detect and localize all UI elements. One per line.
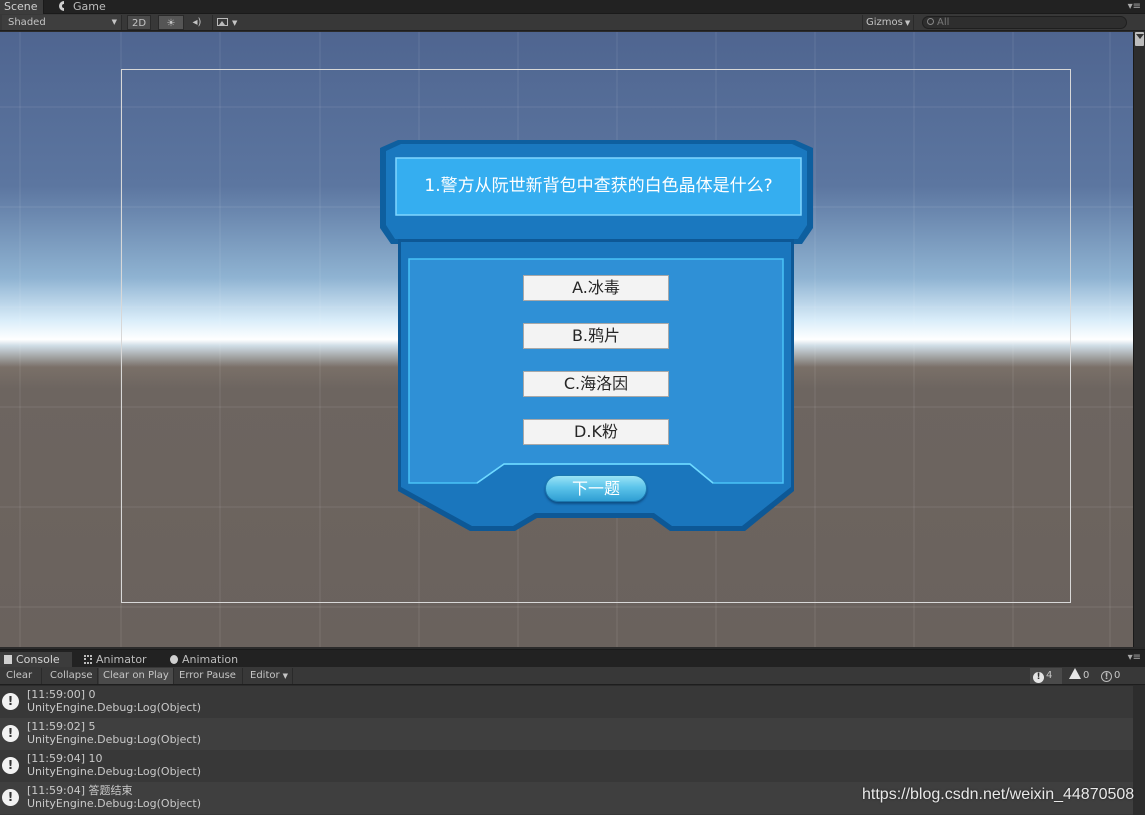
tab-scene[interactable]: Scene: [0, 0, 44, 14]
scrollbar-thumb[interactable]: [1135, 32, 1144, 46]
image-icon: [217, 18, 228, 26]
info-icon: !: [2, 725, 19, 742]
console-icon: [4, 655, 12, 664]
answer-option-d-button[interactable]: D.K粉: [523, 419, 669, 445]
clear-button[interactable]: Clear: [2, 668, 42, 684]
error-count-toggle[interactable]: ! 0: [1098, 668, 1126, 684]
warning-icon: [1069, 668, 1081, 679]
tab-animation[interactable]: Animation: [166, 652, 242, 668]
error-icon: !: [1101, 671, 1112, 682]
watermark-text: https://blog.csdn.net/weixin_44870508: [862, 786, 1135, 803]
warning-count: 0: [1083, 670, 1090, 681]
log-message: [11:59:04] 答题结束: [27, 784, 133, 797]
scene-toolbar: Shaded ▼ 2D ☀ ◂) ▼ Gizmos ▼ All: [0, 14, 1145, 31]
answer-option-a-button[interactable]: A.冰毒: [523, 275, 669, 301]
sun-icon: ☀: [166, 18, 176, 29]
shading-mode-value: Shaded: [8, 17, 46, 28]
dropdown-caret-icon: ▼: [282, 672, 288, 680]
console-tab-bar: Console Animator Animation ▾≡: [0, 649, 1145, 668]
panel-menu-icon[interactable]: ▾≡: [1128, 652, 1141, 663]
shading-mode-dropdown[interactable]: Shaded ▼: [2, 15, 122, 30]
tab-animation-label: Animation: [182, 653, 239, 666]
log-message: [11:59:02] 5: [27, 720, 96, 733]
log-entry[interactable]: ! [11:59:00] 0 UnityEngine.Debug:Log(Obj…: [0, 686, 1133, 718]
info-icon: !: [1033, 672, 1044, 683]
scene-view[interactable]: 1.警方从阮世新背包中查获的白色晶体是什么? A.冰毒 B.鸦片 C.海洛因 D…: [0, 32, 1133, 647]
tab-game[interactable]: Game: [55, 0, 110, 14]
hierarchy-search-input[interactable]: All: [922, 16, 1127, 29]
gizmos-label: Gizmos: [866, 17, 903, 28]
question-text: 1.警方从阮世新背包中查获的白色晶体是什么?: [424, 176, 773, 196]
log-stacktrace: UnityEngine.Debug:Log(Object): [27, 733, 202, 746]
log-entry[interactable]: ! [11:59:02] 5 UnityEngine.Debug:Log(Obj…: [0, 718, 1133, 750]
animator-icon: [84, 655, 92, 664]
animation-clock-icon: [170, 655, 178, 664]
next-question-button[interactable]: 下一题: [545, 475, 647, 502]
error-count: 0: [1114, 670, 1121, 681]
dropdown-caret-icon: ▼: [111, 18, 117, 26]
log-message: [11:59:04] 10: [27, 752, 103, 765]
info-icon: !: [2, 789, 19, 806]
clear-on-play-toggle[interactable]: Clear on Play: [99, 668, 174, 684]
panel-menu-icon[interactable]: ▾≡: [1128, 1, 1141, 12]
search-placeholder: All: [937, 17, 950, 28]
console-scrollbar[interactable]: [1133, 686, 1145, 815]
chevron-down-icon: [1136, 34, 1144, 39]
scene-effects-dropdown[interactable]: ▼: [212, 15, 246, 30]
log-count-toggle[interactable]: ! 4: [1030, 668, 1062, 684]
log-stacktrace: UnityEngine.Debug:Log(Object): [27, 797, 202, 810]
scene-scrollbar[interactable]: [1133, 32, 1145, 647]
log-stacktrace: UnityEngine.Debug:Log(Object): [27, 765, 202, 778]
info-icon: !: [2, 693, 19, 710]
log-stacktrace: UnityEngine.Debug:Log(Object): [27, 701, 202, 714]
answer-option-b-button[interactable]: B.鸦片: [523, 323, 669, 349]
speaker-icon: ◂): [192, 17, 202, 28]
warning-count-toggle[interactable]: 0: [1066, 668, 1094, 684]
tab-console[interactable]: Console: [0, 652, 72, 668]
tab-console-label: Console: [16, 653, 60, 666]
editor-label: Editor: [250, 670, 280, 681]
collapse-toggle[interactable]: Collapse: [46, 668, 98, 684]
dropdown-caret-icon: ▼: [904, 19, 911, 27]
error-pause-toggle[interactable]: Error Pause: [175, 668, 243, 684]
gizmos-dropdown[interactable]: Gizmos ▼: [862, 15, 914, 30]
log-count: 4: [1046, 670, 1053, 681]
tab-animator-label: Animator: [96, 653, 147, 666]
scene-audio-toggle[interactable]: ◂): [186, 15, 208, 30]
dropdown-caret-icon: ▼: [232, 19, 238, 27]
tab-animator[interactable]: Animator: [80, 652, 151, 668]
scene-lighting-toggle[interactable]: ☀: [158, 15, 184, 30]
search-icon: [927, 18, 934, 25]
log-message: [11:59:00] 0: [27, 688, 96, 701]
tab-scene-label: Scene: [4, 0, 38, 13]
info-icon: !: [2, 757, 19, 774]
answer-option-c-button[interactable]: C.海洛因: [523, 371, 669, 397]
editor-tab-bar: Scene Game ▾≡: [0, 0, 1145, 14]
tab-game-label: Game: [73, 0, 106, 13]
console-toolbar: Clear Collapse Clear on Play Error Pause…: [0, 667, 1145, 685]
log-entry[interactable]: ! [11:59:04] 10 UnityEngine.Debug:Log(Ob…: [0, 750, 1133, 782]
game-controller-icon: [59, 1, 64, 11]
editor-dropdown[interactable]: Editor ▼: [246, 668, 293, 684]
2d-mode-toggle[interactable]: 2D: [127, 15, 151, 30]
